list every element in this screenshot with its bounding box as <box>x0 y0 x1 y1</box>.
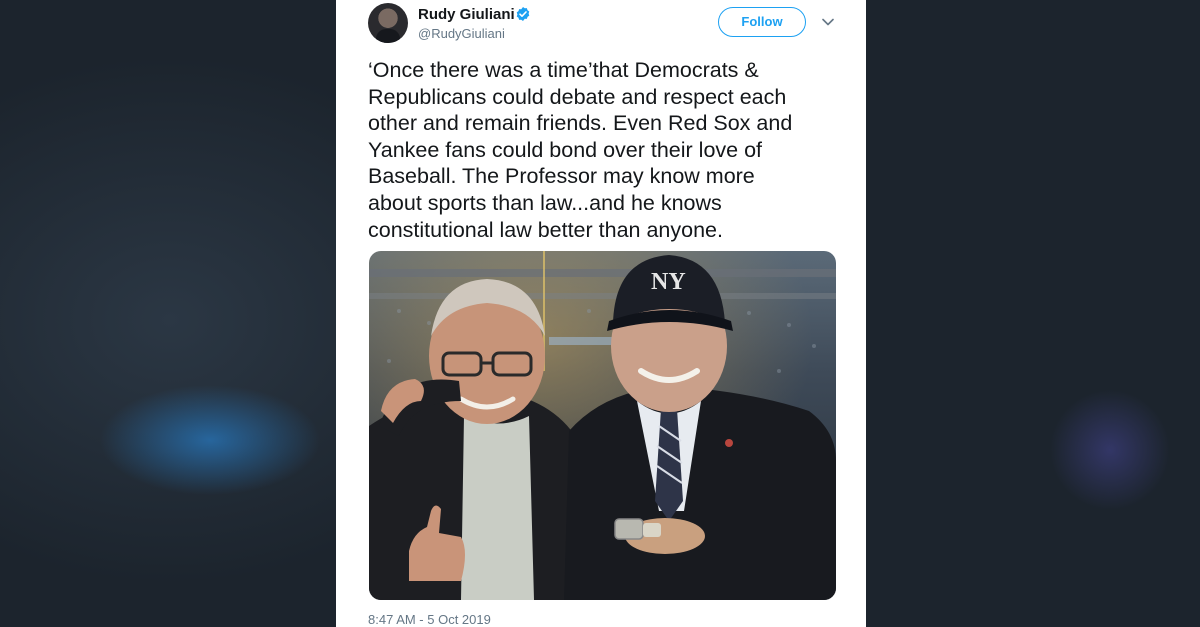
photo-cap-logo: NY <box>651 269 686 295</box>
verified-badge-icon <box>516 7 530 21</box>
author-name[interactable]: Rudy Giuliani <box>418 6 515 23</box>
tweet-text-line: constitutional law better than anyone. <box>368 217 723 242</box>
tweet-text-line: Baseball. The Professor may know more <box>368 164 755 189</box>
author-avatar[interactable] <box>368 3 408 43</box>
tweet-text: ‘Once there was a time’that Democrats & … <box>368 57 838 243</box>
follow-button[interactable]: Follow <box>718 7 806 37</box>
tweet-text-line: other and remain friends. Even Red Sox a… <box>368 111 793 136</box>
author-handle[interactable]: @RudyGiuliani <box>418 26 505 41</box>
chevron-down-icon[interactable] <box>822 18 834 26</box>
tweet-photo[interactable]: NY <box>369 251 836 600</box>
tweet-timestamp[interactable]: 8:47 AM - 5 Oct 2019 <box>368 612 491 627</box>
tweet-text-line: Republicans could debate and respect eac… <box>368 84 787 109</box>
tweet-text-line: about sports than law...and he knows <box>368 190 722 215</box>
photo-right-person-coat <box>564 386 836 600</box>
tweet-text-line: Yankee fans could bond over their love o… <box>368 137 763 162</box>
tweet-card: Rudy Giuliani @RudyGiuliani Follow ‘Once… <box>336 0 866 627</box>
tweet-text-line: ‘Once there was a time’that Democrats & <box>368 58 759 82</box>
